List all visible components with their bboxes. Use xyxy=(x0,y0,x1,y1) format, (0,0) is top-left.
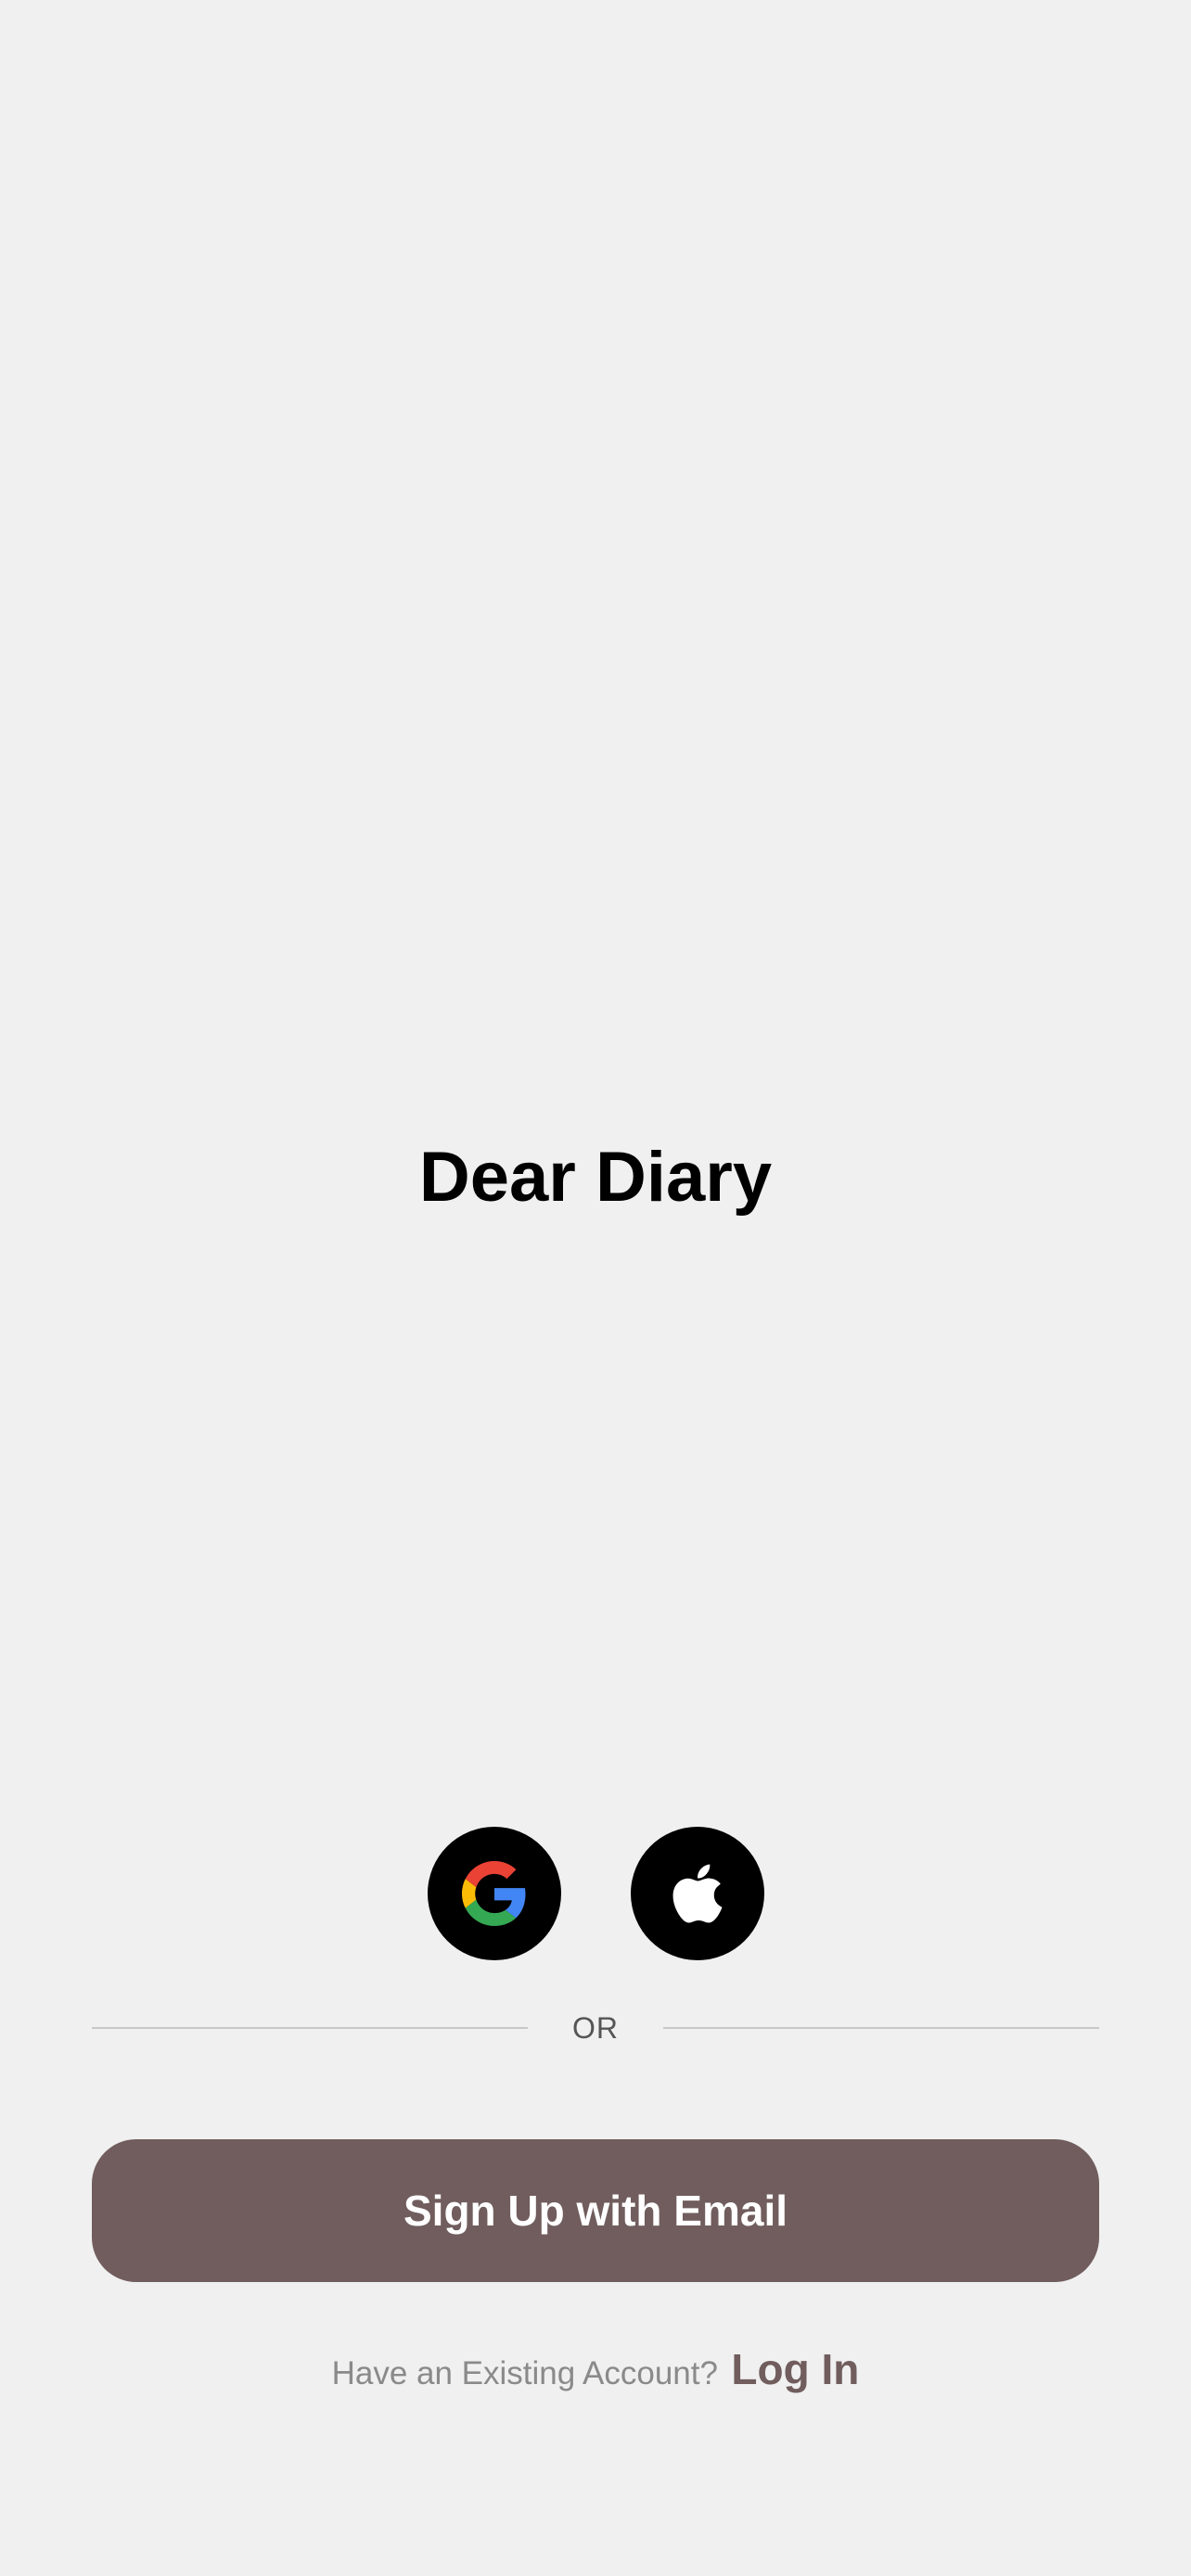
login-row: Have an Existing Account? Log In xyxy=(0,2341,1191,2408)
signup-email-button[interactable]: Sign Up with Email xyxy=(92,2139,1099,2282)
google-signin-button[interactable] xyxy=(428,1827,561,1960)
apple-signin-button[interactable] xyxy=(631,1827,764,1960)
social-login-row xyxy=(0,1827,1191,1960)
login-prompt: Have an Existing Account? xyxy=(331,2355,718,2391)
apple-icon xyxy=(672,1864,723,1923)
google-icon xyxy=(462,1861,526,1926)
or-divider: OR xyxy=(92,2003,1099,2053)
app-title: Dear Diary xyxy=(418,1138,773,1217)
login-link[interactable]: Log In xyxy=(731,2345,859,2393)
divider-line-right xyxy=(663,2027,1099,2029)
